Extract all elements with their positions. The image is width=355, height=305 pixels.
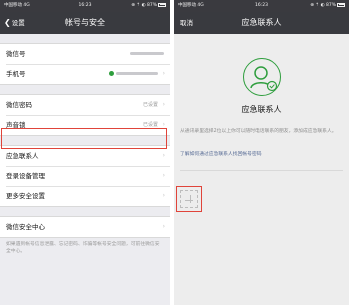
chevron-right-icon: › <box>162 101 165 108</box>
chevron-right-icon: › <box>162 152 165 159</box>
phone-number-row[interactable]: 手机号 › <box>0 64 170 84</box>
battery-icon <box>337 2 345 7</box>
login-devices-row[interactable]: 登录设备管理 › <box>0 166 170 186</box>
wechat-password-status: 已设置 <box>142 102 158 108</box>
emergency-contacts-row[interactable]: 应急联系人 › <box>0 146 170 166</box>
nav-bar: ❮设置 帐号与安全 <box>0 12 170 34</box>
login-devices-label: 登录设备管理 <box>6 172 45 180</box>
emergency-contacts-label: 应急联系人 <box>6 152 39 160</box>
status-indicators: ⊕ ⇡ ◐ 87% <box>310 0 345 12</box>
lock-icon <box>109 71 114 76</box>
page-title: 应急联系人 <box>241 18 282 27</box>
status-bar: 中国移动 4G 16:23 ⊕ ⇡ ◐ 87% <box>0 0 170 12</box>
divider <box>180 170 343 171</box>
battery-icon <box>158 2 166 7</box>
contact-avatar-icon <box>243 58 281 96</box>
wechat-password-row[interactable]: 微信密码 已设置 › <box>0 95 170 115</box>
security-group: 应急联系人 › 登录设备管理 › 更多安全设置 › <box>0 145 170 207</box>
phone-number-value <box>109 64 158 84</box>
security-center-group: 微信安全中心 › <box>0 216 170 238</box>
nav-bar: 取消 应急联系人 <box>174 12 349 34</box>
account-security-screen: 中国移动 4G 16:23 ⊕ ⇡ ◐ 87% ❮设置 帐号与安全 微信号 手机… <box>0 0 170 305</box>
security-center-row[interactable]: 微信安全中心 › <box>0 217 170 237</box>
highlight-box <box>1 128 167 149</box>
status-indicators-text: ⊕ ⇡ ◐ 87% <box>131 3 157 8</box>
status-bar: 中国移动 4G 16:23 ⊕ ⇡ ◐ 87% <box>174 0 349 12</box>
more-security-row[interactable]: 更多安全设置 › <box>0 186 170 206</box>
page-title: 帐号与安全 <box>65 18 105 27</box>
status-indicators: ⊕ ⇡ ◐ 87% <box>131 0 166 12</box>
more-security-label: 更多安全设置 <box>6 192 45 200</box>
wechat-id-row[interactable]: 微信号 <box>0 44 170 64</box>
highlight-box <box>176 186 202 212</box>
emergency-contacts-heading: 应急联系人 <box>241 105 282 114</box>
chevron-right-icon: › <box>162 192 165 199</box>
security-footnote: 如果遇到帐号信息泄露、忘记密码、诈骗等帐号安全问题，可前往微信安全中心。 <box>6 242 160 254</box>
account-group: 微信号 手机号 › <box>0 43 170 85</box>
wechat-id-value <box>130 44 164 64</box>
phone-number-label: 手机号 <box>6 70 26 78</box>
wechat-password-label: 微信密码 <box>6 101 32 109</box>
chevron-right-icon: › <box>162 70 165 77</box>
status-indicators-text: ⊕ ⇡ ◐ 87% <box>310 3 336 8</box>
emergency-contacts-description: 从通讯录里选择2位以上你可以随时电话联系的朋友，添加成应急联系人。 <box>180 129 337 134</box>
emergency-contacts-screen: 中国移动 4G 16:23 ⊕ ⇡ ◐ 87% 取消 应急联系人 应急联系人 从… <box>174 0 349 305</box>
chevron-right-icon: › <box>162 223 165 230</box>
security-center-label: 微信安全中心 <box>6 223 45 231</box>
wechat-id-label: 微信号 <box>6 50 26 58</box>
chevron-right-icon: › <box>162 172 165 179</box>
help-link[interactable]: 了解如何通过应急联系人找回帐号密码 <box>180 150 262 157</box>
